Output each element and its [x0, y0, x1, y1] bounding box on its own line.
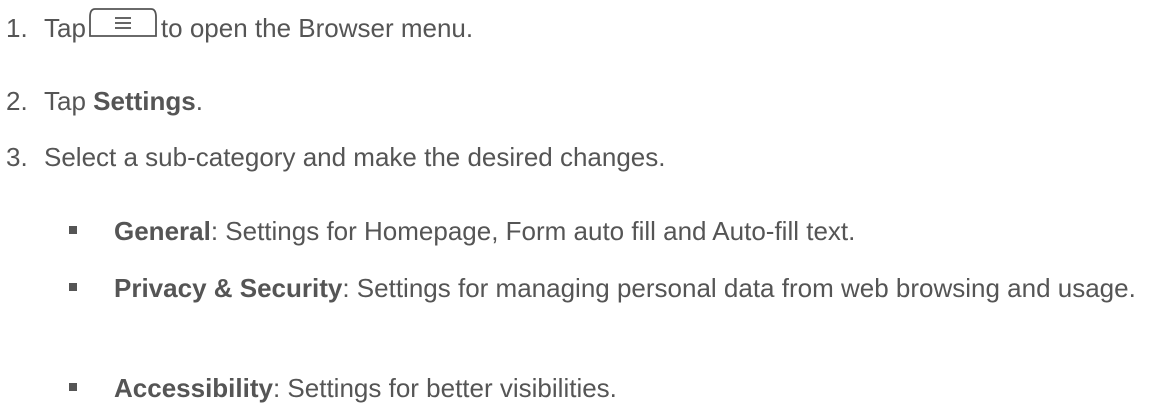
- step-text-after: .: [195, 86, 203, 116]
- bullet-title: Accessibility: [114, 373, 273, 403]
- bullet-text: General: Settings for Homepage, Form aut…: [114, 213, 1167, 249]
- step-text-before: Tap: [44, 13, 86, 43]
- step-number: 3.: [6, 142, 28, 172]
- square-bullet-icon: [69, 226, 77, 234]
- step-text: Tap Settings .: [44, 85, 203, 117]
- step-number: 1.: [6, 13, 28, 43]
- step-text: Tap to open the Browser menu.: [44, 8, 474, 45]
- bullet-desc: : Settings for Homepage, Form auto fill …: [210, 216, 856, 246]
- settings-label: Settings: [93, 86, 196, 116]
- bullet-text: Accessibility: Settings for better visib…: [114, 370, 1167, 406]
- step-text-after: to open the Browser menu.: [160, 13, 474, 43]
- step-text-before: Tap: [44, 86, 94, 116]
- step-text: Select a sub-category and make the desir…: [44, 142, 666, 172]
- square-bullet-icon: [69, 383, 77, 391]
- bullet-title: General: [114, 216, 211, 246]
- bullet-desc: : Settings for managing personal data fr…: [342, 273, 1136, 303]
- bullet-desc: : Settings for better visibilities.: [272, 373, 617, 403]
- menu-key-icon: [89, 5, 157, 39]
- bullet-text: Privacy & Security: Settings for managin…: [114, 270, 1164, 306]
- bullet-title: Privacy & Security: [114, 273, 343, 303]
- step-number: 2.: [6, 86, 28, 116]
- square-bullet-icon: [69, 283, 77, 291]
